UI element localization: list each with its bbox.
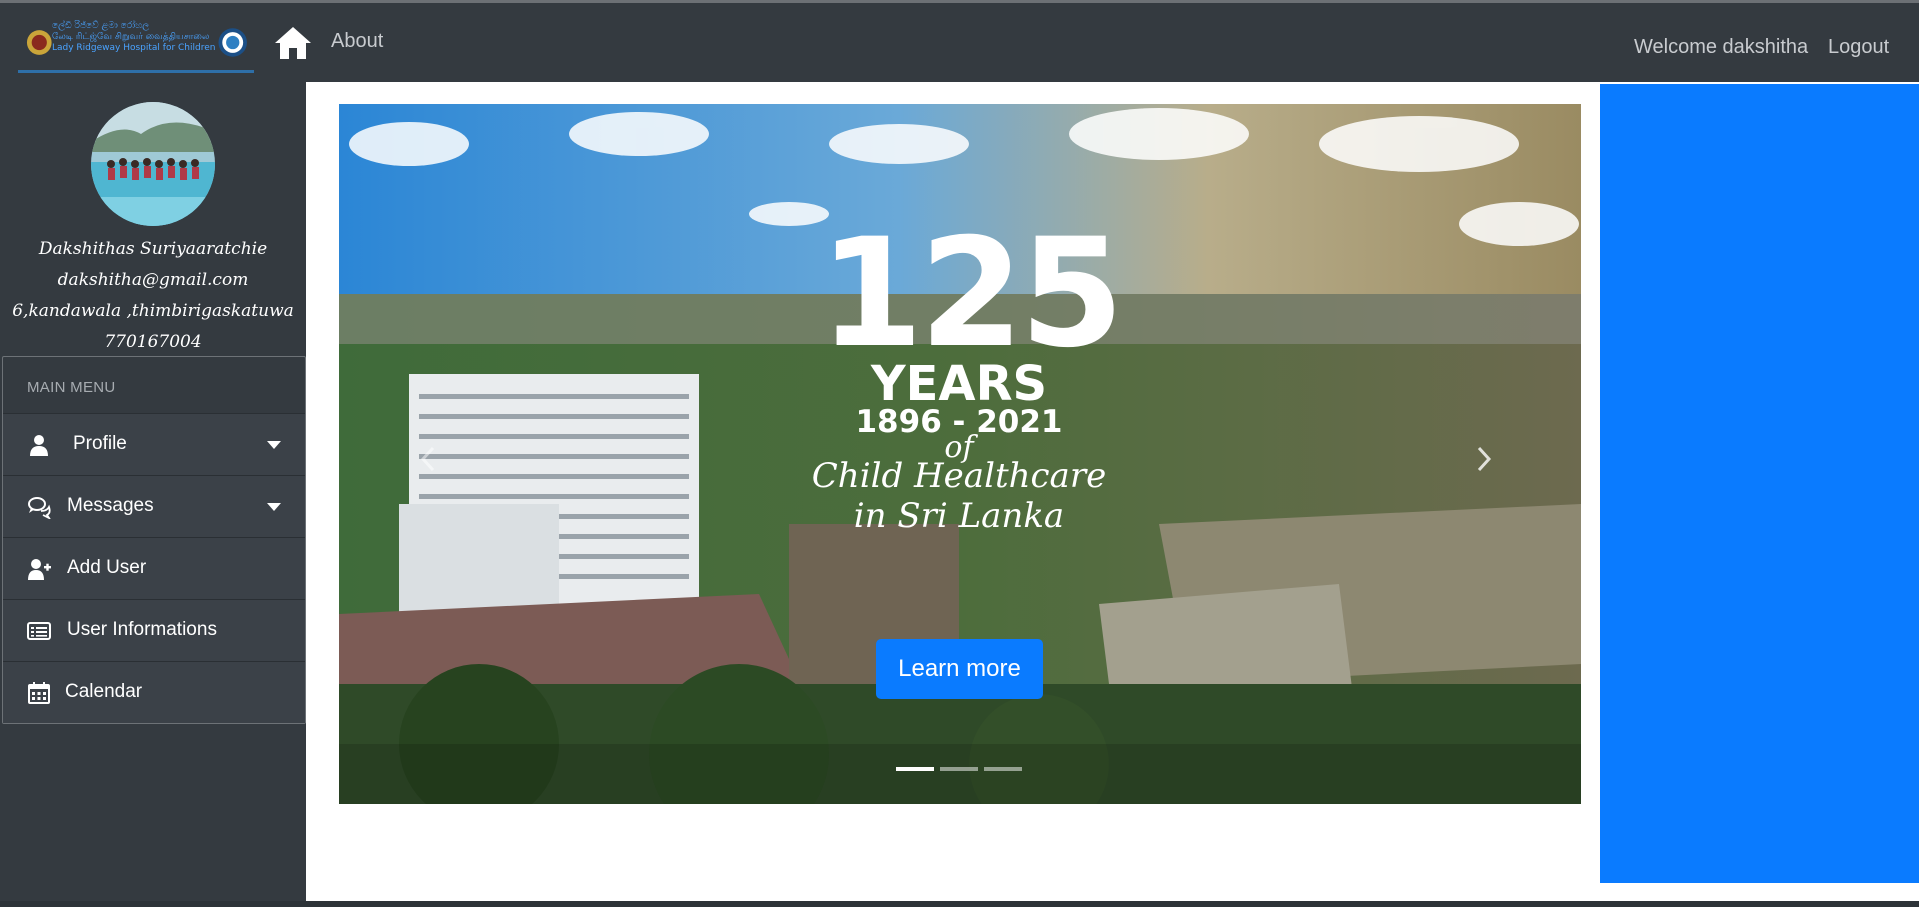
logo-text: ලේඩි රිජ්වේ ළමා රෝහල லேடி ரிட்ஜ்வே சிறுவ… [52, 21, 215, 54]
menu-header: MAIN MENU [27, 379, 116, 396]
hero-carousel: 125 YEARS 1896 - 2021 of Child Healthcar… [339, 104, 1581, 804]
carousel-indicator-2[interactable] [940, 767, 978, 771]
top-navbar: ලේඩි රිජ්වේ ළමා රෝහල லேடி ரிட்ஜ்வே சிறுவ… [0, 0, 1919, 82]
sidebar-item-calendar[interactable]: Calendar [3, 661, 305, 723]
hero-number: 125 [819, 207, 1124, 381]
sidebar-item-user-informations[interactable]: User Informations [3, 599, 305, 661]
logo-text-line1: ලේඩි රිජ්වේ ළමා රෝහල [52, 21, 150, 31]
sidebar: Dakshithas Suriyaaratchie dakshitha@gmai… [0, 82, 306, 907]
add-user-icon [28, 559, 51, 580]
hero-tagline-line2: in Sri Lanka [853, 496, 1065, 536]
about-link[interactable]: About [331, 30, 383, 53]
hospital-logo[interactable]: ලේඩි රිජ්වේ ළමා රෝහල லேடி ரிட்ஜ்வே சிறுவ… [18, 15, 254, 73]
profile-address: 6,kandawala ,thimbirigaskatuwa [12, 301, 294, 321]
sidebar-item-label: Profile [73, 433, 127, 454]
profile-phone: 770167004 [104, 332, 202, 352]
main-menu: MAIN MENU Profile Messages Add User User… [2, 356, 306, 724]
id-card-icon [27, 622, 51, 640]
user-icon [30, 435, 48, 456]
chevron-down-icon [267, 441, 281, 449]
hero-tagline: Child Healthcare in Sri Lanka [769, 456, 1149, 536]
carousel-indicator-1[interactable] [896, 767, 934, 771]
sidebar-item-add-user[interactable]: Add User [3, 537, 305, 599]
profile-email: dakshitha@gmail.com [57, 270, 249, 290]
logo-text-line2: லேடி ரிட்ஜ்வே சிறுவர் வைத்தியசாலை [52, 32, 210, 42]
sidebar-item-label: User Informations [67, 619, 217, 640]
carousel-next-icon[interactable] [1469, 434, 1499, 484]
profile-info: Dakshithas Suriyaaratchie dakshitha@gmai… [0, 234, 306, 358]
hero-tagline-line1: Child Healthcare [811, 456, 1107, 496]
logo-text-line3: Lady Ridgeway Hospital for Children [52, 43, 216, 53]
calendar-icon [28, 682, 50, 704]
carousel-prev-icon[interactable] [413, 434, 443, 484]
logout-link[interactable]: Logout [1828, 36, 1889, 59]
hero-years: YEARS [870, 356, 1048, 412]
chevron-down-icon [267, 503, 281, 511]
sidebar-item-label: Add User [67, 557, 147, 578]
avatar-photo-icon [91, 102, 215, 226]
avatar[interactable] [91, 102, 215, 226]
sidebar-item-label: Calendar [65, 681, 143, 702]
carousel-indicator-3[interactable] [984, 767, 1022, 771]
welcome-text: Welcome dakshitha [1634, 36, 1809, 58]
sidebar-item-messages[interactable]: Messages [3, 475, 305, 537]
blue-side-panel [1600, 84, 1919, 883]
learn-more-button[interactable]: Learn more [876, 639, 1043, 699]
bottom-strip [0, 901, 1919, 907]
sidebar-item-label: Messages [67, 495, 154, 516]
home-icon[interactable] [273, 25, 313, 61]
profile-name: Dakshithas Suriyaaratchie [38, 239, 268, 259]
chat-icon [28, 497, 51, 519]
sidebar-item-profile[interactable]: Profile [3, 413, 305, 475]
